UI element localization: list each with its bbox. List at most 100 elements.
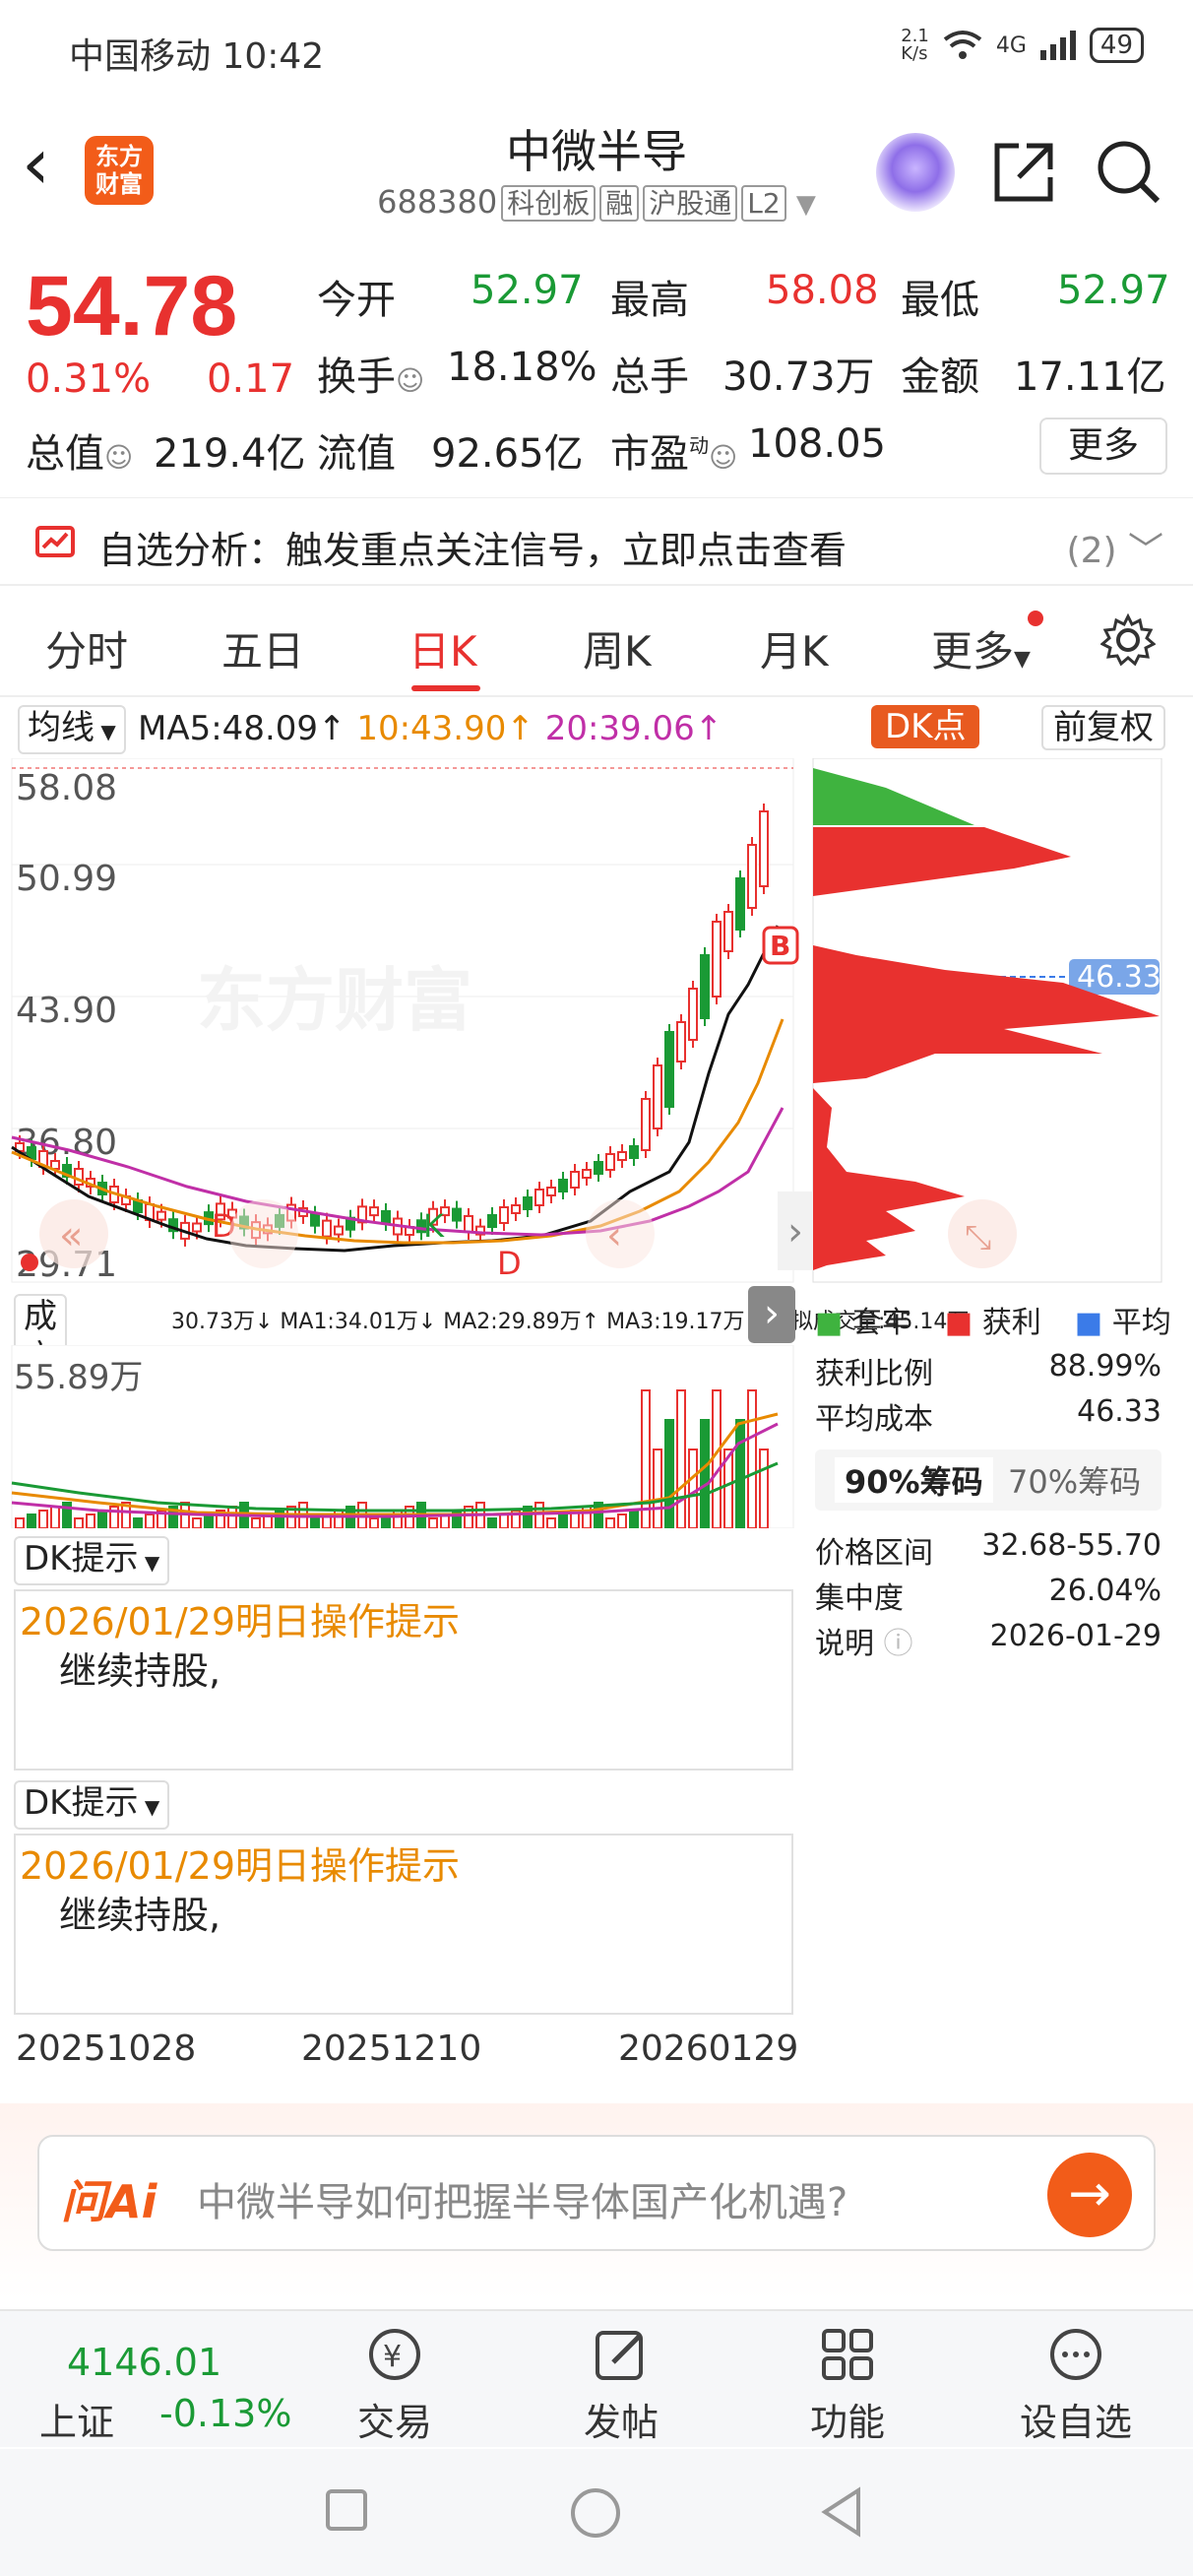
- settings-gear-icon[interactable]: [1100, 612, 1156, 668]
- volume-value: 30.73万: [722, 354, 875, 400]
- candle-body: [664, 1031, 674, 1108]
- candle-body: [534, 1189, 544, 1206]
- change-amount: 0.17: [207, 356, 295, 402]
- stock-header: ‹ 东方 财富 中微半导 688380 科创板融沪股通 L2 ▼: [0, 98, 1193, 241]
- system-nav-bar: [0, 2449, 1193, 2576]
- volume-bar: [50, 1506, 60, 1528]
- chevron-left-icon: ‹: [606, 1213, 622, 1258]
- kline-chart[interactable]: 东方财富 58.08 50.99 43.90 36.80 29.71 46.33…: [0, 758, 1193, 1290]
- candle-body: [511, 1204, 521, 1214]
- alert-count: (2) ﹀: [1066, 531, 1163, 571]
- y-label-58: 58.08: [16, 768, 117, 808]
- dk-date-2: 2026/01/29明日操作提示: [20, 1844, 461, 1888]
- home-icon[interactable]: [569, 2486, 622, 2540]
- candle-body: [192, 1222, 202, 1233]
- volume-bar: [15, 1517, 25, 1528]
- index-name[interactable]: 上证: [39, 2392, 114, 2446]
- index-percent[interactable]: -0.13%: [159, 2392, 291, 2435]
- volume-bar: [712, 1389, 722, 1528]
- volume-bar: [534, 1502, 544, 1528]
- chip-profit-top: [813, 827, 1071, 896]
- volume-bar: [192, 1517, 202, 1528]
- candle-body: [594, 1161, 603, 1175]
- dk-selector-1[interactable]: DK提示 ▼: [14, 1536, 170, 1585]
- nav-add-watchlist[interactable]: 设自选: [1002, 2311, 1150, 2449]
- price-range-row: 价格区间 32.68-55.70: [815, 1528, 1162, 1571]
- stock-code: 688380: [377, 183, 498, 221]
- carrier-name: 中国移动: [69, 36, 212, 77]
- tag-margin: 融: [599, 185, 640, 222]
- candle-body: [452, 1207, 462, 1222]
- chip-tab-70[interactable]: 70%筹码: [1008, 1457, 1141, 1503]
- chip-tab-90[interactable]: 90%筹码: [835, 1457, 993, 1503]
- pe-value: 108.05: [748, 421, 886, 467]
- ma-selector[interactable]: 均线 ▼: [18, 705, 126, 754]
- volume-bar: [133, 1517, 143, 1528]
- turnover-value: 18.18%: [447, 345, 597, 390]
- network-type: 4G: [995, 32, 1027, 58]
- arrow-right-icon[interactable]: →: [1047, 2153, 1132, 2237]
- dk-point-button[interactable]: DK点: [871, 705, 980, 748]
- recent-apps-icon[interactable]: [325, 2488, 368, 2532]
- tab-daily-k[interactable]: 日K: [408, 618, 477, 678]
- date-start: 20251028: [16, 2029, 197, 2069]
- market-cap-label[interactable]: 总值☺: [26, 421, 133, 479]
- volume-bar: [86, 1513, 95, 1528]
- candle-body: [582, 1169, 592, 1179]
- candle-body: [334, 1225, 344, 1236]
- high-label: 最高: [610, 278, 689, 323]
- open-value: 52.97: [471, 268, 584, 313]
- ma5-value: MA5:48.09: [138, 709, 319, 748]
- adjust-button[interactable]: 前复权: [1041, 705, 1165, 750]
- ai-question: 中微半导如何把握半导体国产化机遇?: [197, 2180, 848, 2225]
- candle-body: [723, 911, 733, 952]
- candle-body: [688, 988, 698, 1041]
- candle-body: [700, 954, 710, 1019]
- tab-more[interactable]: 更多▼: [931, 618, 1031, 678]
- dk-panel-1: 2026/01/29明日操作提示 继续持股,: [14, 1589, 793, 1771]
- analysis-alert[interactable]: 自选分析：触发重点关注信号，立即点击查看 (2) ﹀: [0, 497, 1193, 586]
- volume-bar: [145, 1513, 155, 1528]
- candle-body: [464, 1214, 473, 1233]
- y-label-43: 43.90: [16, 991, 117, 1031]
- avg-cost-label: 46.33: [1077, 960, 1162, 995]
- volume-bar: [74, 1517, 84, 1528]
- turnover-label[interactable]: 换手☺: [317, 345, 424, 402]
- back-nav-icon[interactable]: [819, 2486, 864, 2538]
- candle-body: [570, 1171, 580, 1189]
- search-icon[interactable]: [1093, 136, 1163, 207]
- nav-functions[interactable]: 功能: [774, 2311, 921, 2449]
- signal-d2: D: [497, 1245, 522, 1282]
- info-icon: ⓘ: [883, 1627, 913, 1661]
- chip-trapped: [813, 768, 974, 825]
- bottom-nav: 4146.01 上证 -0.13% ¥ 交易 发帖 功能 设自选: [0, 2309, 1193, 2447]
- dk-selector-2[interactable]: DK提示 ▼: [14, 1780, 170, 1830]
- nav-post[interactable]: 发帖: [547, 2311, 695, 2449]
- candle-body: [322, 1219, 332, 1238]
- tab-intraday[interactable]: 分时: [45, 618, 128, 678]
- volume-expand-button[interactable]: ›: [748, 1286, 795, 1343]
- share-icon[interactable]: [989, 138, 1058, 207]
- pe-label[interactable]: 市盈动☺: [610, 421, 737, 479]
- trade-icon: ¥: [369, 2329, 420, 2380]
- more-button[interactable]: 更多: [1039, 418, 1167, 475]
- expand-icon: ⤡: [965, 1218, 991, 1257]
- dk-panel-2: 2026/01/29明日操作提示 继续持股,: [14, 1834, 793, 2015]
- tab-five-day[interactable]: 五日: [221, 618, 304, 678]
- candle-body: [157, 1210, 166, 1221]
- volume-bar: [38, 1510, 48, 1528]
- ai-ask-bar[interactable]: 问Ai 中微半导如何把握半导体国产化机遇? →: [37, 2135, 1156, 2251]
- amount-value: 17.11亿: [1014, 354, 1166, 400]
- volume-max-label: 55.89万: [14, 1358, 143, 1397]
- status-bar: 中国移动 10:42 2.1 K/s 4G 49: [0, 0, 1193, 98]
- index-value[interactable]: 4146.01: [67, 2341, 221, 2384]
- legend-profit: ■ 获利: [944, 1306, 1041, 1340]
- nav-trade[interactable]: ¥ 交易: [321, 2311, 469, 2449]
- note-row[interactable]: 说明 ⓘ 2026-01-29: [815, 1619, 1162, 1662]
- ai-robot-icon[interactable]: [876, 133, 955, 212]
- volume-chart[interactable]: 55.89万: [0, 1345, 797, 1528]
- tab-monthly-k[interactable]: 月K: [760, 618, 829, 678]
- volume-bar: [487, 1517, 497, 1528]
- zoom-out-button: [229, 1199, 298, 1268]
- tab-weekly-k[interactable]: 周K: [583, 618, 652, 678]
